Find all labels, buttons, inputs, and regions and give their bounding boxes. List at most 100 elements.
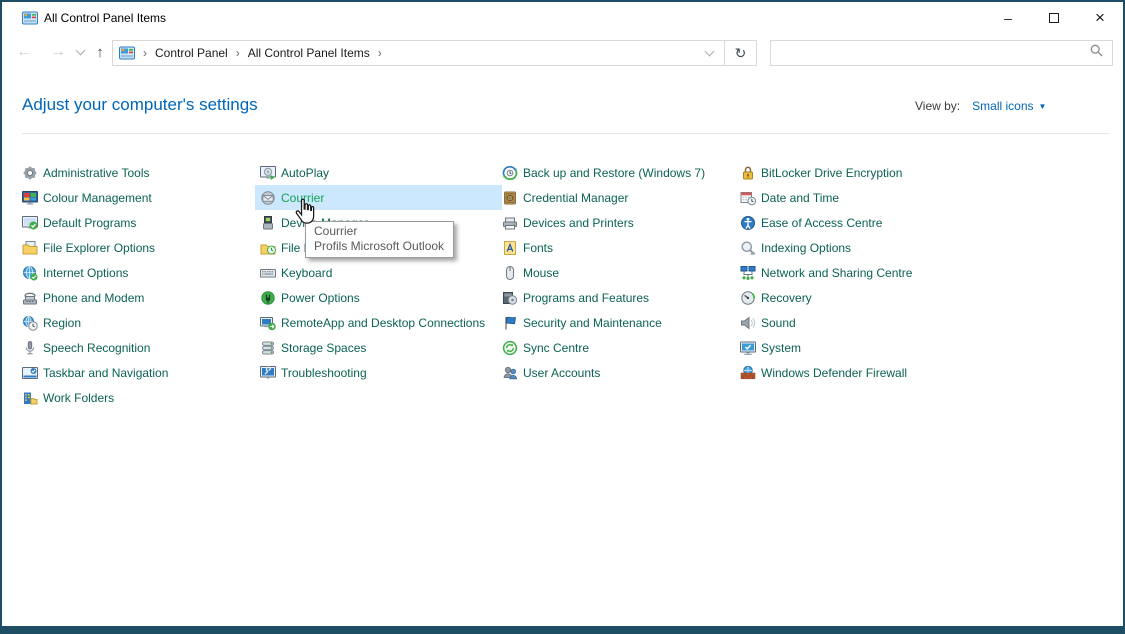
dropdown-arrow-icon[interactable]: ▼ — [1039, 102, 1047, 111]
control-panel-item[interactable]: Security and Maintenance — [497, 310, 740, 335]
backup-and-restore-icon — [502, 165, 518, 181]
refresh-button[interactable]: ↻ — [724, 41, 756, 65]
control-panel-item-label: Indexing Options — [761, 241, 851, 255]
control-panel-item-label: Windows Defender Firewall — [761, 366, 907, 380]
control-panel-item[interactable]: Keyboard — [255, 260, 502, 285]
control-panel-item[interactable]: Work Folders — [17, 385, 260, 410]
control-panel-item[interactable]: User Accounts — [497, 360, 740, 385]
control-panel-item[interactable]: Recovery — [735, 285, 1070, 310]
control-panel-item[interactable]: Internet Options — [17, 260, 260, 285]
control-panel-item[interactable]: System — [735, 335, 1070, 360]
control-panel-item[interactable]: Network and Sharing Centre — [735, 260, 1070, 285]
chevron-down-icon — [75, 45, 85, 55]
view-by-value[interactable]: Small icons — [972, 99, 1033, 113]
window-title: All Control Panel Items — [44, 11, 166, 25]
control-panel-window: All Control Panel Items – × ← → ↑ › Cont… — [2, 2, 1123, 626]
maximize-button[interactable] — [1031, 2, 1077, 34]
control-panel-item[interactable]: Troubleshooting — [255, 360, 502, 385]
credential-manager-icon — [502, 190, 518, 206]
control-panel-item-label: Keyboard — [281, 266, 332, 280]
control-panel-item-label: Administrative Tools — [43, 166, 150, 180]
recovery-icon — [740, 290, 756, 306]
devices-and-printers-icon — [502, 215, 518, 231]
control-panel-item-label: Credential Manager — [523, 191, 628, 205]
search-box — [770, 40, 1113, 66]
breadcrumb-control-panel[interactable]: Control Panel — [155, 46, 228, 60]
control-panel-item[interactable]: Ease of Access Centre — [735, 210, 1070, 235]
control-panel-item[interactable]: Sync Centre — [497, 335, 740, 360]
control-panel-item[interactable]: Credential Manager — [497, 185, 740, 210]
address-bar[interactable]: › Control Panel › All Control Panel Item… — [112, 40, 757, 66]
heading-divider — [22, 133, 1109, 134]
control-panel-item[interactable]: Programs and Features — [497, 285, 740, 310]
control-panel-item-label: Mouse — [523, 266, 559, 280]
control-panel-item[interactable]: Devices and Printers — [497, 210, 740, 235]
control-panel-item[interactable]: File Explorer Options — [17, 235, 260, 260]
back-button[interactable]: ← — [10, 34, 38, 70]
control-panel-item-label: RemoteApp and Desktop Connections — [281, 316, 485, 330]
control-panel-item[interactable]: Default Programs — [17, 210, 260, 235]
control-panel-item-label: Taskbar and Navigation — [43, 366, 168, 380]
control-panel-item[interactable]: Phone and Modem — [17, 285, 260, 310]
items-column: BitLocker Drive EncryptionDate and TimeE… — [740, 160, 1070, 385]
courrier-icon — [260, 190, 276, 206]
control-panel-item[interactable]: Fonts — [497, 235, 740, 260]
tooltip: Courrier Profils Microsoft Outlook — [305, 221, 454, 258]
internet-options-icon — [22, 265, 38, 281]
speech-recognition-icon — [22, 340, 38, 356]
keyboard-icon — [260, 265, 276, 281]
control-panel-icon — [22, 10, 38, 26]
control-panel-item[interactable]: RemoteApp and Desktop Connections — [255, 310, 502, 335]
work-folders-icon — [22, 390, 38, 406]
search-input[interactable] — [771, 42, 1090, 64]
network-and-sharing-centre-icon — [740, 265, 756, 281]
control-panel-item[interactable]: Date and Time — [735, 185, 1070, 210]
items-column: AutoPlayCourrierDevice ManagerFile Histo… — [260, 160, 502, 385]
user-accounts-icon — [502, 365, 518, 381]
control-panel-item[interactable]: BitLocker Drive Encryption — [735, 160, 1070, 185]
phone-and-modem-icon — [22, 290, 38, 306]
control-panel-item-label: Default Programs — [43, 216, 136, 230]
control-panel-item-label: BitLocker Drive Encryption — [761, 166, 902, 180]
control-panel-item[interactable]: Sound — [735, 310, 1070, 335]
address-dropdown-button[interactable] — [694, 41, 724, 65]
mouse-icon — [502, 265, 518, 281]
breadcrumb-separator-icon: › — [143, 46, 147, 60]
control-panel-item[interactable]: Courrier — [255, 185, 502, 210]
storage-spaces-icon — [260, 340, 276, 356]
window-controls: – × — [985, 2, 1123, 34]
control-panel-item-label: Sound — [761, 316, 796, 330]
up-button[interactable]: ↑ — [88, 34, 112, 70]
control-panel-item[interactable]: Back up and Restore (Windows 7) — [497, 160, 740, 185]
control-panel-item[interactable]: Mouse — [497, 260, 740, 285]
control-panel-item[interactable]: Taskbar and Navigation — [17, 360, 260, 385]
recent-locations-button[interactable] — [72, 34, 88, 70]
control-panel-item[interactable]: Indexing Options — [735, 235, 1070, 260]
control-panel-item[interactable]: Administrative Tools — [17, 160, 260, 185]
breadcrumb-all-control-panel-items[interactable]: All Control Panel Items — [248, 46, 370, 60]
control-panel-item[interactable]: Windows Defender Firewall — [735, 360, 1070, 385]
control-panel-item-label: Troubleshooting — [281, 366, 367, 380]
default-programs-icon — [22, 215, 38, 231]
control-panel-item[interactable]: Speech Recognition — [17, 335, 260, 360]
control-panel-item[interactable]: Storage Spaces — [255, 335, 502, 360]
control-panel-item[interactable]: Colour Management — [17, 185, 260, 210]
control-panel-item-label: Security and Maintenance — [523, 316, 662, 330]
minimize-button[interactable]: – — [985, 2, 1031, 34]
windows-defender-firewall-icon — [740, 365, 756, 381]
control-panel-item-label: Phone and Modem — [43, 291, 144, 305]
view-by-label: View by: — [915, 99, 960, 113]
breadcrumb-separator-icon: › — [236, 46, 240, 60]
colour-management-icon — [22, 190, 38, 206]
navigation-bar: ← → ↑ › Control Panel › All Control Pane… — [2, 34, 1123, 70]
forward-button[interactable]: → — [44, 34, 72, 70]
control-panel-item-label: AutoPlay — [281, 166, 329, 180]
control-panel-item-label: Power Options — [281, 291, 360, 305]
control-panel-item[interactable]: AutoPlay — [255, 160, 502, 185]
remoteapp-and-desktop-connections-icon — [260, 315, 276, 331]
close-button[interactable]: × — [1077, 2, 1123, 34]
power-options-icon — [260, 290, 276, 306]
control-panel-item-label: Work Folders — [43, 391, 114, 405]
control-panel-item[interactable]: Power Options — [255, 285, 502, 310]
control-panel-item[interactable]: Region — [17, 310, 260, 335]
